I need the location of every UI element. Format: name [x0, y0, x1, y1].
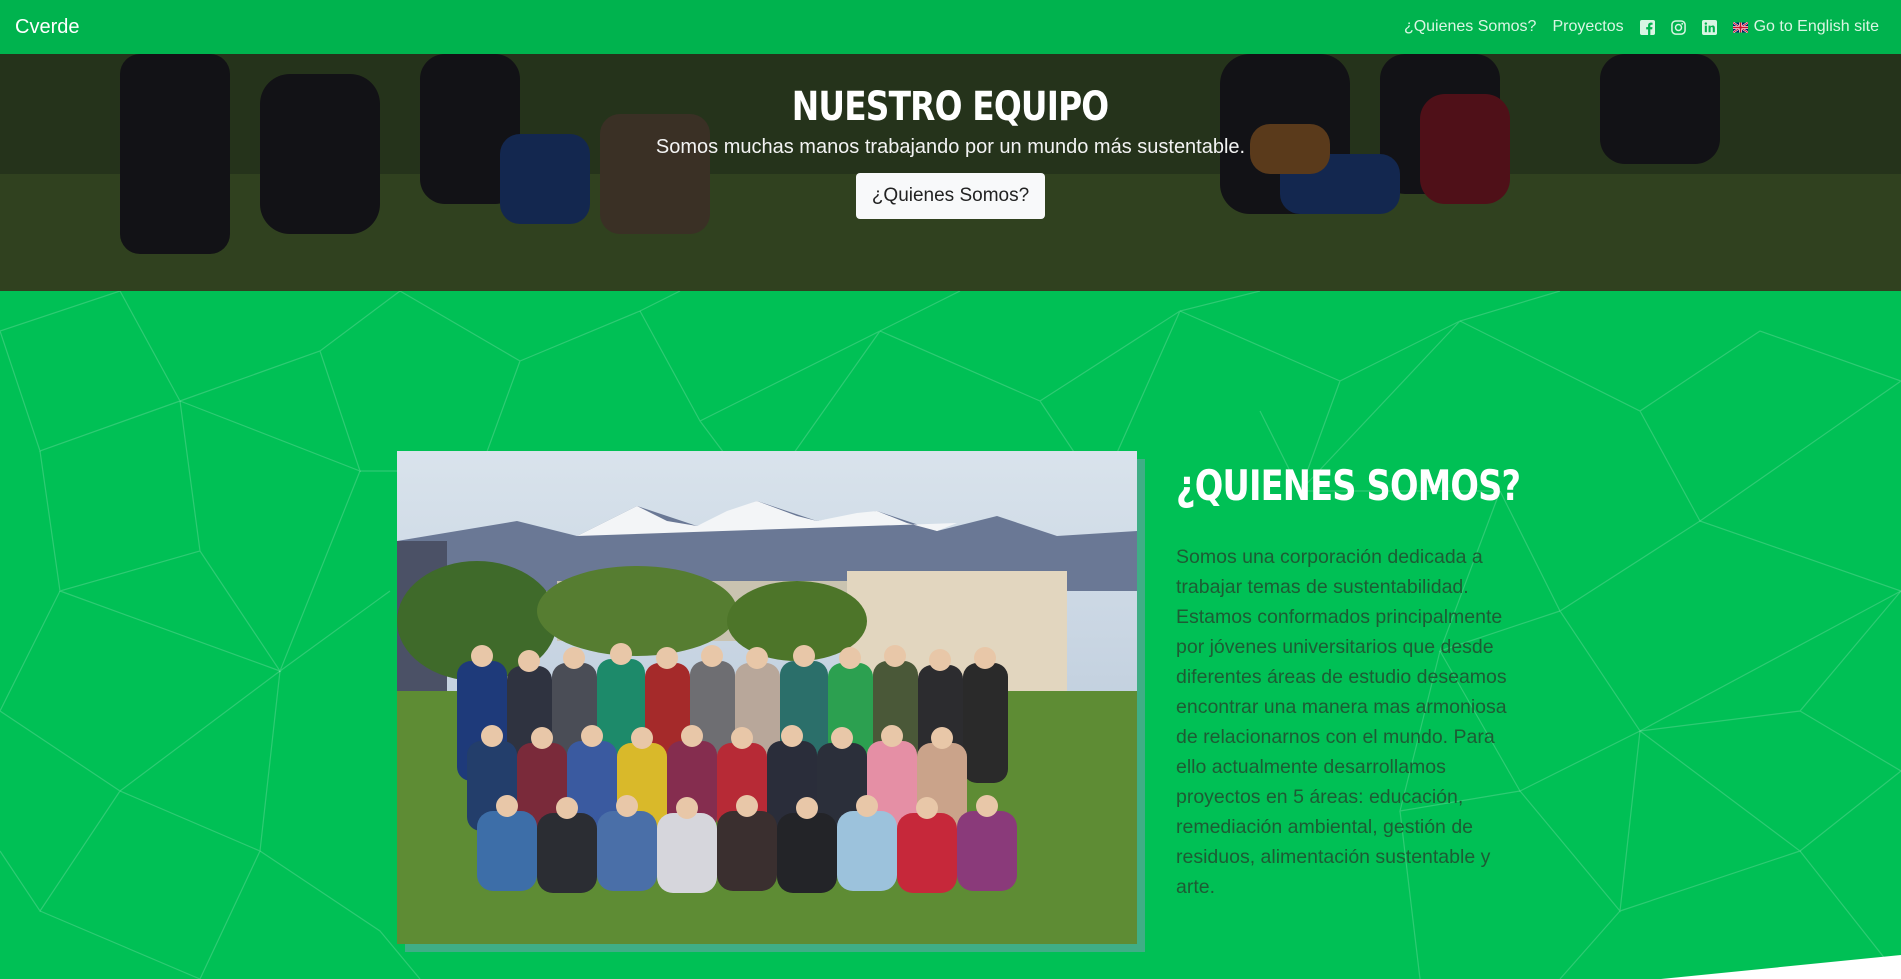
about-section: ¿QUIENES SOMOS? Somos una corporación de…	[0, 291, 1901, 979]
team-photo	[397, 451, 1137, 944]
nav-link-quienes-somos[interactable]: ¿Quienes Somos?	[1404, 18, 1537, 36]
hero-banner: NUESTRO EQUIPO Somos muchas manos trabaj…	[0, 54, 1901, 291]
brand-logo[interactable]: Cverde	[15, 16, 79, 39]
hero-title: NUESTRO EQUIPO	[792, 84, 1109, 130]
hero-subtitle: Somos muchas manos trabajando por un mun…	[655, 136, 1246, 158]
uk-flag-icon	[1732, 21, 1748, 33]
about-description: Somos una corporación dedicada a trabaja…	[1176, 546, 1507, 898]
english-site-label: Go to English site	[1753, 18, 1879, 35]
linkedin-icon[interactable]	[1701, 19, 1717, 35]
instagram-icon[interactable]	[1670, 19, 1686, 35]
section-divider	[1661, 955, 1901, 979]
quienes-somos-button[interactable]: ¿Quienes Somos?	[855, 173, 1046, 219]
facebook-icon[interactable]	[1639, 19, 1655, 35]
team-photo-image	[397, 451, 1137, 944]
nav-link-proyectos[interactable]: Proyectos	[1552, 18, 1623, 36]
english-site-link[interactable]: Go to English site	[1732, 18, 1879, 36]
nav-links: ¿Quienes Somos? Proyectos Go to English …	[1388, 18, 1879, 36]
about-title: ¿QUIENES SOMOS?	[1176, 461, 1521, 510]
navbar: Cverde ¿Quienes Somos? Proyectos Go to E…	[0, 0, 1901, 54]
hero-content: NUESTRO EQUIPO Somos muchas manos trabaj…	[0, 54, 1901, 219]
